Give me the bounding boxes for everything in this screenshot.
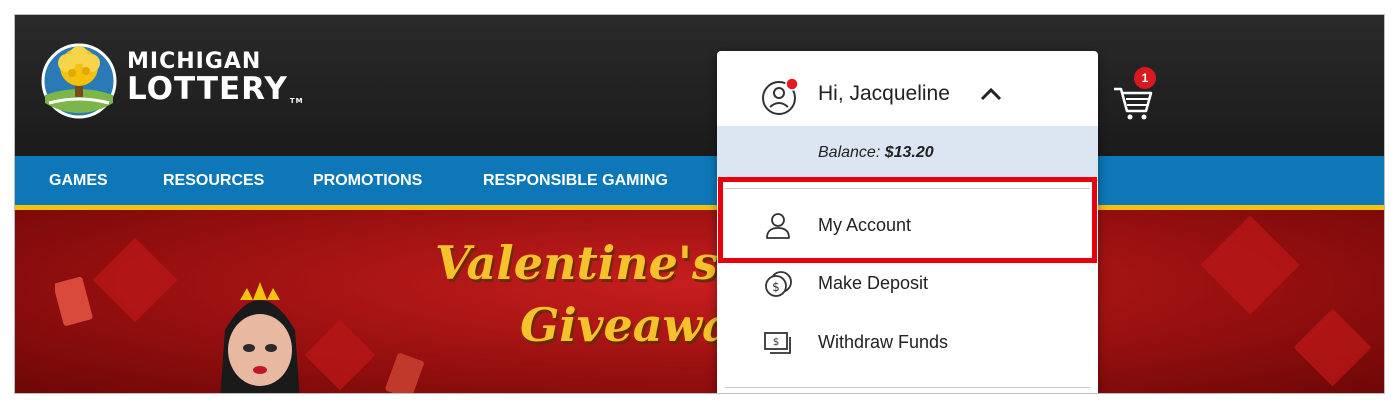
notification-dot [785,77,799,91]
user-circle-icon [762,77,799,115]
cash-withdraw-icon: $ [764,332,791,354]
nav-item-resources[interactable]: RESOURCES [163,156,264,205]
nav-item-responsible-gaming[interactable]: RESPONSIBLE GAMING [483,156,668,205]
menu-item-label: Withdraw Funds [818,332,949,352]
svg-text:$: $ [773,337,779,348]
menu-divider [725,387,1090,388]
user-greeting: Hi, Jacqueline [818,82,950,105]
account-balance-bar: Balance: $13.20 [717,126,1098,181]
menu-item-withdraw-funds[interactable]: $ Withdraw Funds [717,314,1098,370]
balance-value: $13.20 [884,144,934,161]
browser-frame: MICHIGAN LOTTERY TM 1 GAMES RESOURCES PRO… [14,14,1385,394]
logo-line-lottery: LOTTERY TM [127,74,304,105]
cart-count-badge: 1 [1134,67,1156,89]
playing-card-icon [55,276,93,326]
site-header: MICHIGAN LOTTERY TM 1 [15,15,1384,156]
balance-text: Balance: $13.20 [818,144,934,162]
michigan-lottery-logo[interactable]: MICHIGAN LOTTERY TM [39,43,303,119]
banner-heart-decor [92,237,178,323]
chevron-up-icon[interactable] [979,85,1003,103]
promo-banner[interactable]: Valentine's R Giveaway [15,210,1384,393]
logo-wordmark: MICHIGAN LOTTERY TM [127,51,304,105]
queen-character-illustration [220,282,300,393]
logo-lottery-text: LOTTERY [127,71,288,107]
logo-tm: TM [289,97,304,105]
menu-divider [725,188,1090,189]
coin-deposit-icon: $ [765,271,792,297]
banner-heart-decor [1293,308,1372,387]
lottery-tree-logo-icon [41,43,117,119]
menu-item-make-deposit[interactable]: $ Make Deposit [717,255,1098,311]
menu-item-label: My Account [818,215,912,235]
balance-label: Balance: [818,144,881,161]
menu-item-label: Make Deposit [818,273,929,293]
account-menu-toggle[interactable]: Hi, Jacqueline [717,51,1098,126]
banner-heart-decor [1200,215,1300,315]
nav-item-promotions[interactable]: PROMOTIONS [313,156,422,205]
main-nav: GAMES RESOURCES PROMOTIONS RESPONSIBLE G… [15,156,1384,210]
logo-line-michigan: MICHIGAN [127,49,262,74]
user-icon [766,213,790,239]
nav-item-games[interactable]: GAMES [49,156,108,205]
account-dropdown-menu: Hi, Jacqueline Balance: $13.20 My Accoun… [717,51,1098,393]
menu-item-my-account[interactable]: My Account [717,197,1098,253]
playing-card-icon [385,353,424,393]
svg-text:$: $ [772,280,780,294]
